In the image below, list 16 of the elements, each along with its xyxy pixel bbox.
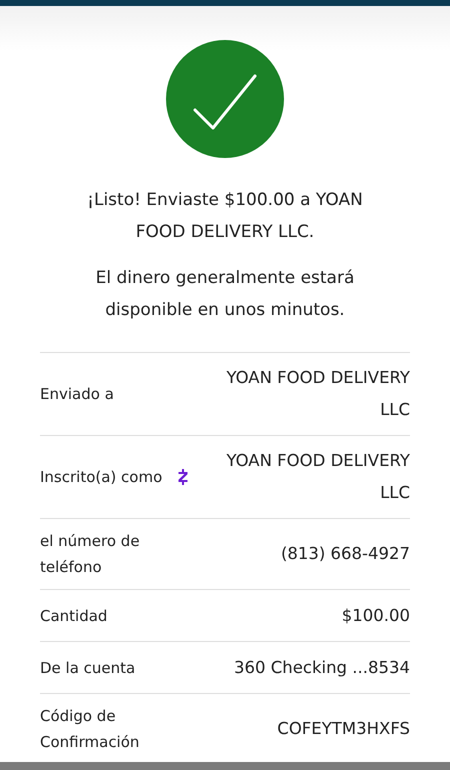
availability-note: El dinero generalmente estará disponible en unos minutos.: [94, 267, 356, 322]
detail-value: 360 Checking ...8534: [233, 656, 410, 678]
detail-label: el número de teléfono: [40, 531, 141, 578]
detail-label: Cantidad: [40, 606, 108, 626]
detail-value: $100.00: [340, 604, 410, 626]
detail-value: YOAN FOOD DELIVERY LLC: [225, 450, 410, 504]
detail-label: Código de Confirmación: [40, 706, 140, 753]
detail-label: Inscrito(a) como: [40, 467, 164, 488]
detail-label: Enviado a: [40, 384, 115, 405]
confirmation-message: ¡Listo! Enviaste $100.00 a YOAN FOOD DELIVERY LLC.: [86, 189, 364, 244]
success-check-icon: [166, 40, 284, 158]
detail-value: YOAN FOOD DELIVERY LLC: [225, 367, 410, 421]
zelle-icon: [178, 469, 188, 485]
detail-value: COFEYTM3HXFS: [276, 718, 410, 740]
detail-label: De la cuenta: [40, 658, 136, 678]
detail-value: (813) 668-4927: [280, 543, 410, 565]
